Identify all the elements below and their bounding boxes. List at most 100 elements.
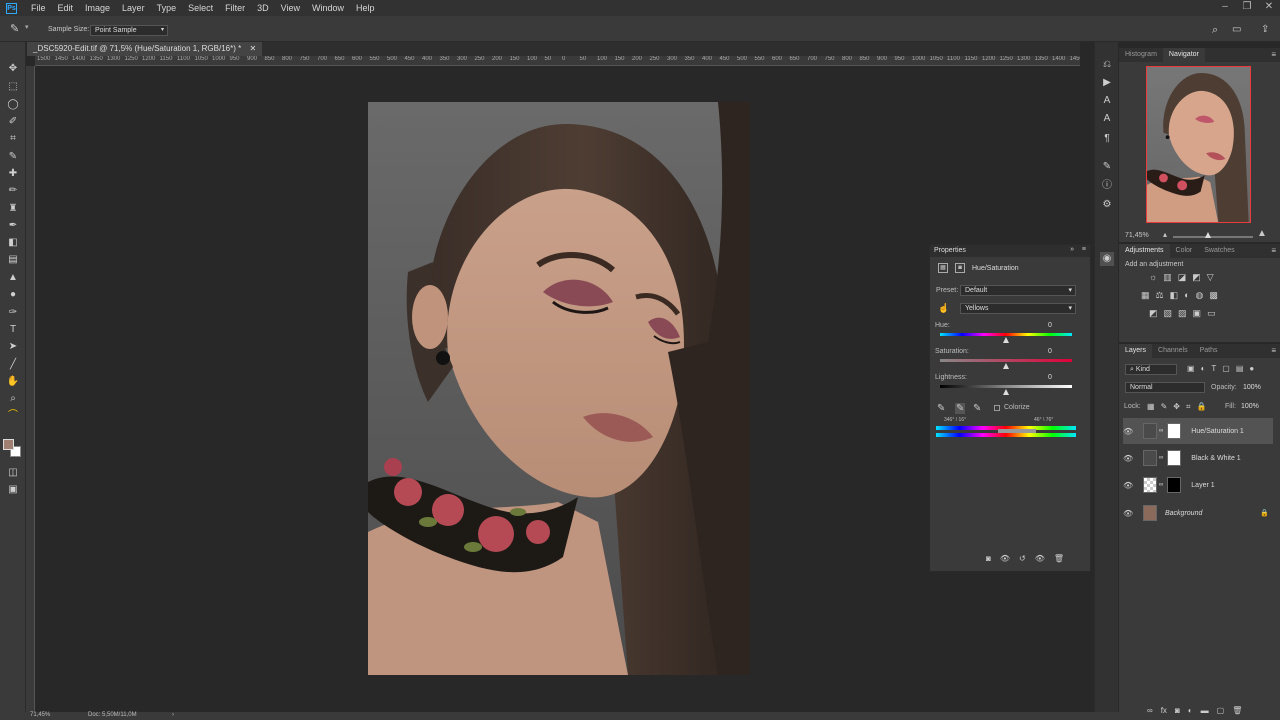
minimize-icon[interactable]: – — [1214, 0, 1236, 16]
layer-mask-thumbnail[interactable] — [1167, 477, 1182, 493]
foreground-color-swatch[interactable] — [3, 439, 14, 450]
add-mask-icon[interactable]: ◙ — [1175, 706, 1180, 715]
character-icon[interactable]: A — [1100, 94, 1114, 108]
move-tool-icon[interactable]: ✥ — [5, 62, 21, 76]
edit-toolbar-icon[interactable]: ⌒ — [5, 409, 21, 423]
preset-select[interactable]: Default ▾ — [960, 285, 1076, 296]
menu-file[interactable]: File — [25, 3, 52, 13]
shape-filter-icon[interactable]: ▢ — [1222, 364, 1230, 373]
sample-size-select[interactable]: Point Sample ▾ — [90, 25, 168, 36]
zoom-readout[interactable]: 71,45% — [30, 712, 50, 718]
layer-row[interactable]: 👁 ∞ Hue/Saturation 1 — [1123, 418, 1273, 444]
colorize-checkbox[interactable] — [994, 405, 1000, 411]
new-layer-icon[interactable]: ▢ — [1217, 706, 1225, 715]
menu-edit[interactable]: Edit — [52, 3, 80, 13]
hue-saturation-icon[interactable]: ▦ — [1141, 290, 1150, 301]
delete-adjustment-icon[interactable]: 🗑 — [1054, 554, 1064, 563]
screen-mode-icon[interactable]: ▣ — [5, 483, 21, 497]
color-balance-icon[interactable]: ⚖ — [1156, 290, 1164, 301]
chevron-right-icon[interactable]: › — [172, 712, 174, 718]
tab-navigator[interactable]: Navigator — [1162, 48, 1205, 62]
eyedropper-minus-icon[interactable]: ✎ — [973, 403, 981, 414]
selective-color-icon[interactable]: ▣ — [1193, 308, 1202, 319]
type-filter-icon[interactable]: T — [1211, 364, 1216, 373]
quick-mask-icon[interactable]: ◫ — [5, 466, 21, 480]
line-tool-icon[interactable]: ╱ — [5, 358, 21, 372]
lightness-slider-handle[interactable] — [1003, 389, 1009, 395]
marquee-tool-icon[interactable]: ⬚ — [5, 80, 21, 94]
lasso-tool-icon[interactable]: ◯ — [5, 98, 21, 112]
document-tab[interactable]: _DSC5920-Edit.tif @ 71,5% (Hue/Saturatio… — [27, 42, 263, 56]
exposure-icon[interactable]: ◩ — [1192, 272, 1201, 283]
menu-layer[interactable]: Layer — [116, 3, 151, 13]
character-styles-icon[interactable]: A — [1100, 112, 1114, 126]
zoom-in-icon[interactable]: ▲ — [1257, 228, 1267, 239]
dodge-tool-icon[interactable]: ● — [5, 288, 21, 302]
pixel-filter-icon[interactable]: ▣ — [1187, 364, 1195, 373]
invert-icon[interactable]: ◩ — [1149, 308, 1158, 319]
zoom-tool-icon[interactable]: ⌕ — [5, 392, 21, 406]
artboard-icon[interactable]: ⌗ — [1186, 402, 1191, 412]
collapse-icon[interactable]: » — [1070, 246, 1074, 253]
quick-select-tool-icon[interactable]: ✐ — [5, 115, 21, 129]
tab-layers[interactable]: Layers — [1119, 344, 1153, 358]
history-brush-tool-icon[interactable]: ✒ — [5, 219, 21, 233]
panel-menu-icon[interactable]: ≡ — [1082, 246, 1086, 253]
adjustment-filter-icon[interactable]: ◐ — [1201, 364, 1206, 373]
navigator-thumbnail[interactable] — [1146, 66, 1251, 223]
tool-preset-arrow-icon[interactable]: ▾ — [25, 23, 29, 31]
path-select-tool-icon[interactable]: ➤ — [5, 340, 21, 354]
gradient-map-icon[interactable]: ▭ — [1207, 308, 1216, 319]
panel-menu-icon[interactable]: ≡ — [1271, 50, 1276, 59]
menu-view[interactable]: View — [275, 3, 306, 13]
visibility-icon[interactable]: 👁 — [1035, 554, 1045, 563]
lightness-slider[interactable] — [940, 385, 1072, 388]
eye-icon[interactable]: 👁 — [1123, 454, 1133, 463]
reset-icon[interactable]: ↺ — [1019, 554, 1026, 563]
color-lookup-icon[interactable]: ▩ — [1209, 290, 1218, 301]
pen-tool-icon[interactable]: ✑ — [5, 306, 21, 320]
share-icon[interactable]: ⇪ — [1261, 24, 1269, 35]
healing-brush-tool-icon[interactable]: ✚ — [5, 167, 21, 181]
saturation-slider[interactable] — [940, 359, 1072, 362]
tab-channels[interactable]: Channels — [1152, 344, 1194, 358]
lock-position-icon[interactable]: ✥ — [1173, 402, 1180, 412]
menu-type[interactable]: Type — [151, 3, 183, 13]
navigator-zoom[interactable]: 71,45% — [1125, 232, 1149, 239]
eraser-tool-icon[interactable]: ◧ — [5, 236, 21, 250]
saturation-slider-handle[interactable] — [1003, 363, 1009, 369]
channel-mixer-icon[interactable]: ◍ — [1196, 290, 1204, 301]
eyedropper-tool-icon[interactable]: ✎ — [5, 150, 21, 164]
new-adjustment-icon[interactable]: ◐ — [1188, 706, 1193, 715]
lock-icon[interactable]: 🔒 — [1260, 509, 1269, 517]
mask-icon[interactable]: ◙ — [955, 263, 965, 273]
view-previous-icon[interactable]: 👁 — [1000, 554, 1010, 563]
eyedropper-icon[interactable]: ✎ — [937, 403, 945, 414]
levels-icon[interactable]: ▥ — [1163, 272, 1172, 283]
lock-transparent-icon[interactable]: ▦ — [1147, 402, 1155, 412]
clone-stamp-tool-icon[interactable]: ♜ — [5, 202, 21, 216]
actions-icon[interactable]: ▶ — [1100, 76, 1114, 90]
clip-to-layer-icon[interactable]: ◙ — [986, 554, 991, 563]
eye-icon[interactable]: 👁 — [1123, 509, 1133, 518]
panel-menu-icon[interactable]: ≡ — [1271, 346, 1276, 355]
crop-tool-icon[interactable]: ⌗ — [5, 132, 21, 146]
panel-menu-icon[interactable]: ≡ — [1271, 246, 1276, 255]
eyedropper-tool-preset-icon[interactable]: ✎ — [10, 22, 19, 35]
delete-layer-icon[interactable]: 🗑 — [1232, 706, 1242, 715]
brightness-contrast-icon[interactable]: ☼ — [1149, 272, 1157, 283]
eyedropper-plus-icon[interactable]: ✎ — [955, 403, 966, 414]
blend-mode-select[interactable]: Normal — [1125, 382, 1205, 393]
close-icon[interactable]: ✕ — [249, 44, 256, 53]
lock-all-icon[interactable]: 🔒 — [1196, 402, 1206, 412]
hue-slider-handle[interactable] — [1003, 337, 1009, 343]
brushes-icon[interactable]: ✎ — [1100, 160, 1114, 174]
tab-color[interactable]: Color — [1170, 244, 1199, 258]
curves-icon[interactable]: ◪ — [1178, 272, 1187, 283]
hue-slider[interactable] — [940, 333, 1072, 336]
channel-select[interactable]: Yellows ▾ — [960, 303, 1076, 314]
adjustments-icon[interactable]: ◉ — [1100, 252, 1114, 266]
targeted-adjustment-icon[interactable]: ☝ — [938, 303, 949, 314]
layer-row[interactable]: 👁 Background 🔒 — [1123, 500, 1273, 526]
brush-tool-icon[interactable]: ✏ — [5, 184, 21, 198]
